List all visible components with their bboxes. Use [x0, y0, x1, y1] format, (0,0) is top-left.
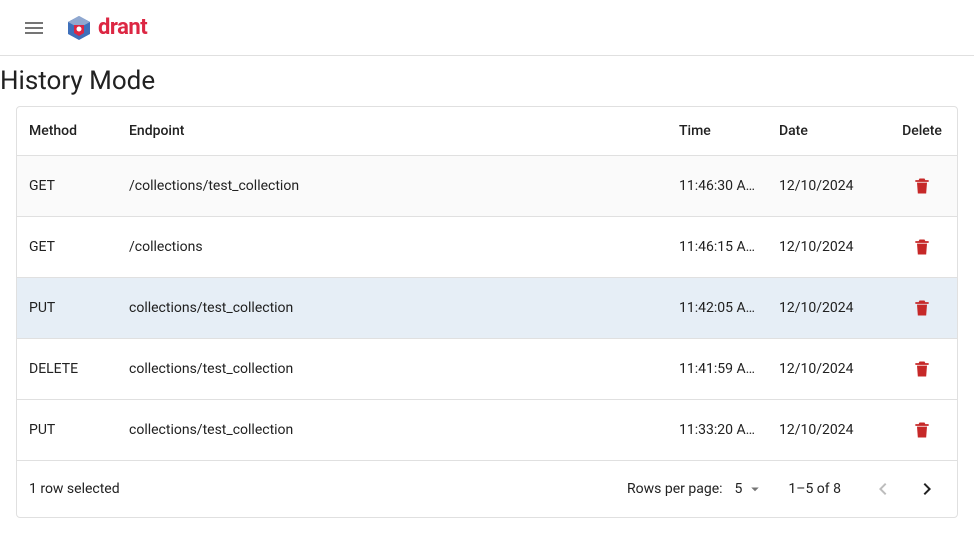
- delete-row-button[interactable]: [908, 416, 936, 444]
- brand-logo[interactable]: drant: [66, 15, 147, 41]
- col-header-delete: Delete: [887, 107, 957, 156]
- chevron-left-icon: [871, 477, 895, 501]
- cell-endpoint: collections/test_collection: [117, 339, 667, 400]
- cell-method: GET: [17, 156, 117, 217]
- selection-status: 1 row selected: [29, 481, 120, 497]
- rows-per-page: Rows per page: 5: [627, 480, 764, 498]
- cell-time: 11:41:59 A…: [667, 339, 767, 400]
- cell-date: 12/10/2024: [767, 400, 887, 461]
- app-bar: drant: [0, 0, 974, 56]
- cell-date: 12/10/2024: [767, 217, 887, 278]
- cell-delete: [887, 156, 957, 217]
- trash-icon: [912, 298, 932, 318]
- cell-endpoint: collections/test_collection: [117, 278, 667, 339]
- col-header-endpoint[interactable]: Endpoint: [117, 107, 667, 156]
- history-table: Method Endpoint Time Date Delete GET/col…: [17, 107, 957, 461]
- logo-mark-icon: [66, 15, 92, 41]
- brand-text: drant: [98, 15, 147, 40]
- cell-time: 11:46:30 A…: [667, 156, 767, 217]
- rows-per-page-value: 5: [735, 481, 743, 497]
- pagination-range: 1–5 of 8: [788, 481, 841, 497]
- cell-delete: [887, 217, 957, 278]
- cell-delete: [887, 400, 957, 461]
- col-header-time[interactable]: Time: [667, 107, 767, 156]
- table-row[interactable]: GET/collections11:46:15 A…12/10/2024: [17, 217, 957, 278]
- cell-method: GET: [17, 217, 117, 278]
- prev-page-button[interactable]: [865, 471, 901, 507]
- table-row[interactable]: DELETEcollections/test_collection11:41:5…: [17, 339, 957, 400]
- rows-per-page-select[interactable]: 5: [735, 480, 765, 498]
- cell-time: 11:33:20 A…: [667, 400, 767, 461]
- rows-per-page-label: Rows per page:: [627, 481, 722, 497]
- table-row[interactable]: PUTcollections/test_collection11:42:05 A…: [17, 278, 957, 339]
- next-page-button[interactable]: [909, 471, 945, 507]
- col-header-date[interactable]: Date: [767, 107, 887, 156]
- cell-date: 12/10/2024: [767, 339, 887, 400]
- delete-row-button[interactable]: [908, 233, 936, 261]
- col-header-method[interactable]: Method: [17, 107, 117, 156]
- cell-endpoint: collections/test_collection: [117, 400, 667, 461]
- hamburger-icon: [22, 16, 46, 40]
- cell-endpoint: /collections: [117, 217, 667, 278]
- trash-icon: [912, 176, 932, 196]
- cell-delete: [887, 339, 957, 400]
- table-header-row: Method Endpoint Time Date Delete: [17, 107, 957, 156]
- delete-row-button[interactable]: [908, 294, 936, 322]
- cell-delete: [887, 278, 957, 339]
- cell-method: PUT: [17, 278, 117, 339]
- table-footer: 1 row selected Rows per page: 5 1–5 of 8: [17, 461, 957, 517]
- pagination: Rows per page: 5 1–5 of 8: [627, 471, 945, 507]
- cell-time: 11:42:05 A…: [667, 278, 767, 339]
- page-title: History Mode: [0, 66, 974, 96]
- caret-down-icon: [746, 480, 764, 498]
- cell-method: PUT: [17, 400, 117, 461]
- cell-time: 11:46:15 A…: [667, 217, 767, 278]
- delete-row-button[interactable]: [908, 355, 936, 383]
- cell-date: 12/10/2024: [767, 156, 887, 217]
- trash-icon: [912, 420, 932, 440]
- table-row[interactable]: PUTcollections/test_collection11:33:20 A…: [17, 400, 957, 461]
- table-row[interactable]: GET/collections/test_collection11:46:30 …: [17, 156, 957, 217]
- history-table-card: Method Endpoint Time Date Delete GET/col…: [16, 106, 958, 518]
- chevron-right-icon: [915, 477, 939, 501]
- cell-method: DELETE: [17, 339, 117, 400]
- cell-date: 12/10/2024: [767, 278, 887, 339]
- pagination-nav: [865, 471, 945, 507]
- trash-icon: [912, 359, 932, 379]
- trash-icon: [912, 237, 932, 257]
- delete-row-button[interactable]: [908, 172, 936, 200]
- menu-button[interactable]: [16, 10, 52, 46]
- cell-endpoint: /collections/test_collection: [117, 156, 667, 217]
